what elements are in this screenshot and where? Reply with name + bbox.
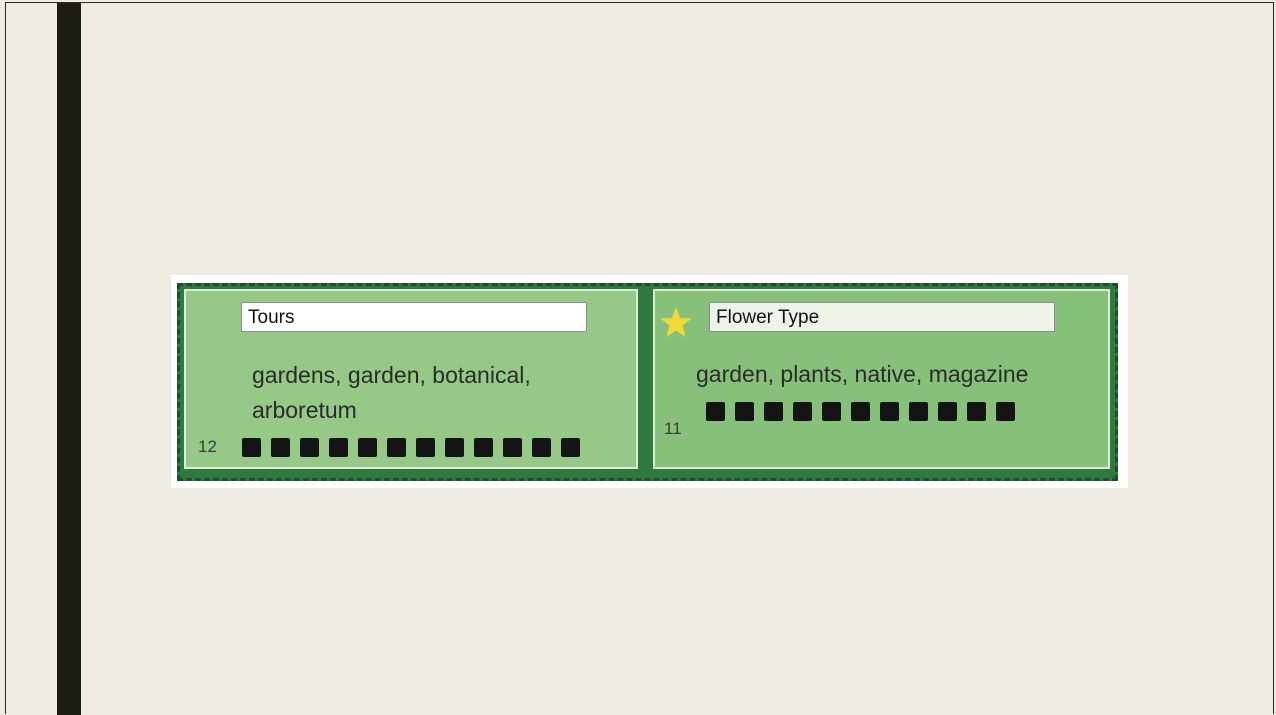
- item-square[interactable]: [445, 438, 464, 457]
- item-square[interactable]: [967, 402, 986, 421]
- cluster-group: Tours gardens, garden, botanical, arbore…: [177, 283, 1118, 481]
- cluster-name-field[interactable]: Tours: [241, 302, 587, 332]
- item-square[interactable]: [880, 402, 899, 421]
- keywords-line: arboretum: [252, 397, 357, 423]
- cluster-card-flower-type[interactable]: Flower Type garden, plants, native, maga…: [653, 289, 1110, 469]
- item-count: 11: [664, 419, 682, 438]
- item-square[interactable]: [474, 438, 493, 457]
- item-square[interactable]: [358, 438, 377, 457]
- item-square[interactable]: [706, 402, 725, 421]
- item-square[interactable]: [938, 402, 957, 421]
- item-square[interactable]: [561, 438, 580, 457]
- item-square[interactable]: [300, 438, 319, 457]
- accent-bar: [57, 3, 81, 715]
- item-square[interactable]: [996, 402, 1015, 421]
- item-squares: [242, 438, 580, 457]
- keywords-line: gardens, garden, botanical,: [252, 362, 531, 388]
- star-shape: [660, 307, 692, 338]
- star-icon[interactable]: [659, 306, 693, 340]
- item-square[interactable]: [851, 402, 870, 421]
- item-square[interactable]: [822, 402, 841, 421]
- item-square[interactable]: [416, 438, 435, 457]
- cluster-screenshot: Tours gardens, garden, botanical, arbore…: [171, 275, 1128, 488]
- item-square[interactable]: [271, 438, 290, 457]
- item-square[interactable]: [329, 438, 348, 457]
- cluster-name-field[interactable]: Flower Type: [709, 302, 1055, 332]
- cluster-card-tours[interactable]: Tours gardens, garden, botanical, arbore…: [184, 289, 638, 469]
- item-square[interactable]: [735, 402, 754, 421]
- item-square[interactable]: [764, 402, 783, 421]
- cluster-keywords: garden, plants, native, magazine: [696, 361, 1029, 387]
- item-squares: [706, 402, 1015, 421]
- cluster-keywords: gardens, garden, botanical, arboretum: [252, 358, 612, 428]
- item-square[interactable]: [532, 438, 551, 457]
- item-square[interactable]: [503, 438, 522, 457]
- item-square[interactable]: [793, 402, 812, 421]
- item-square[interactable]: [387, 438, 406, 457]
- item-square[interactable]: [909, 402, 928, 421]
- item-count: 12: [198, 437, 217, 456]
- item-square[interactable]: [242, 438, 261, 457]
